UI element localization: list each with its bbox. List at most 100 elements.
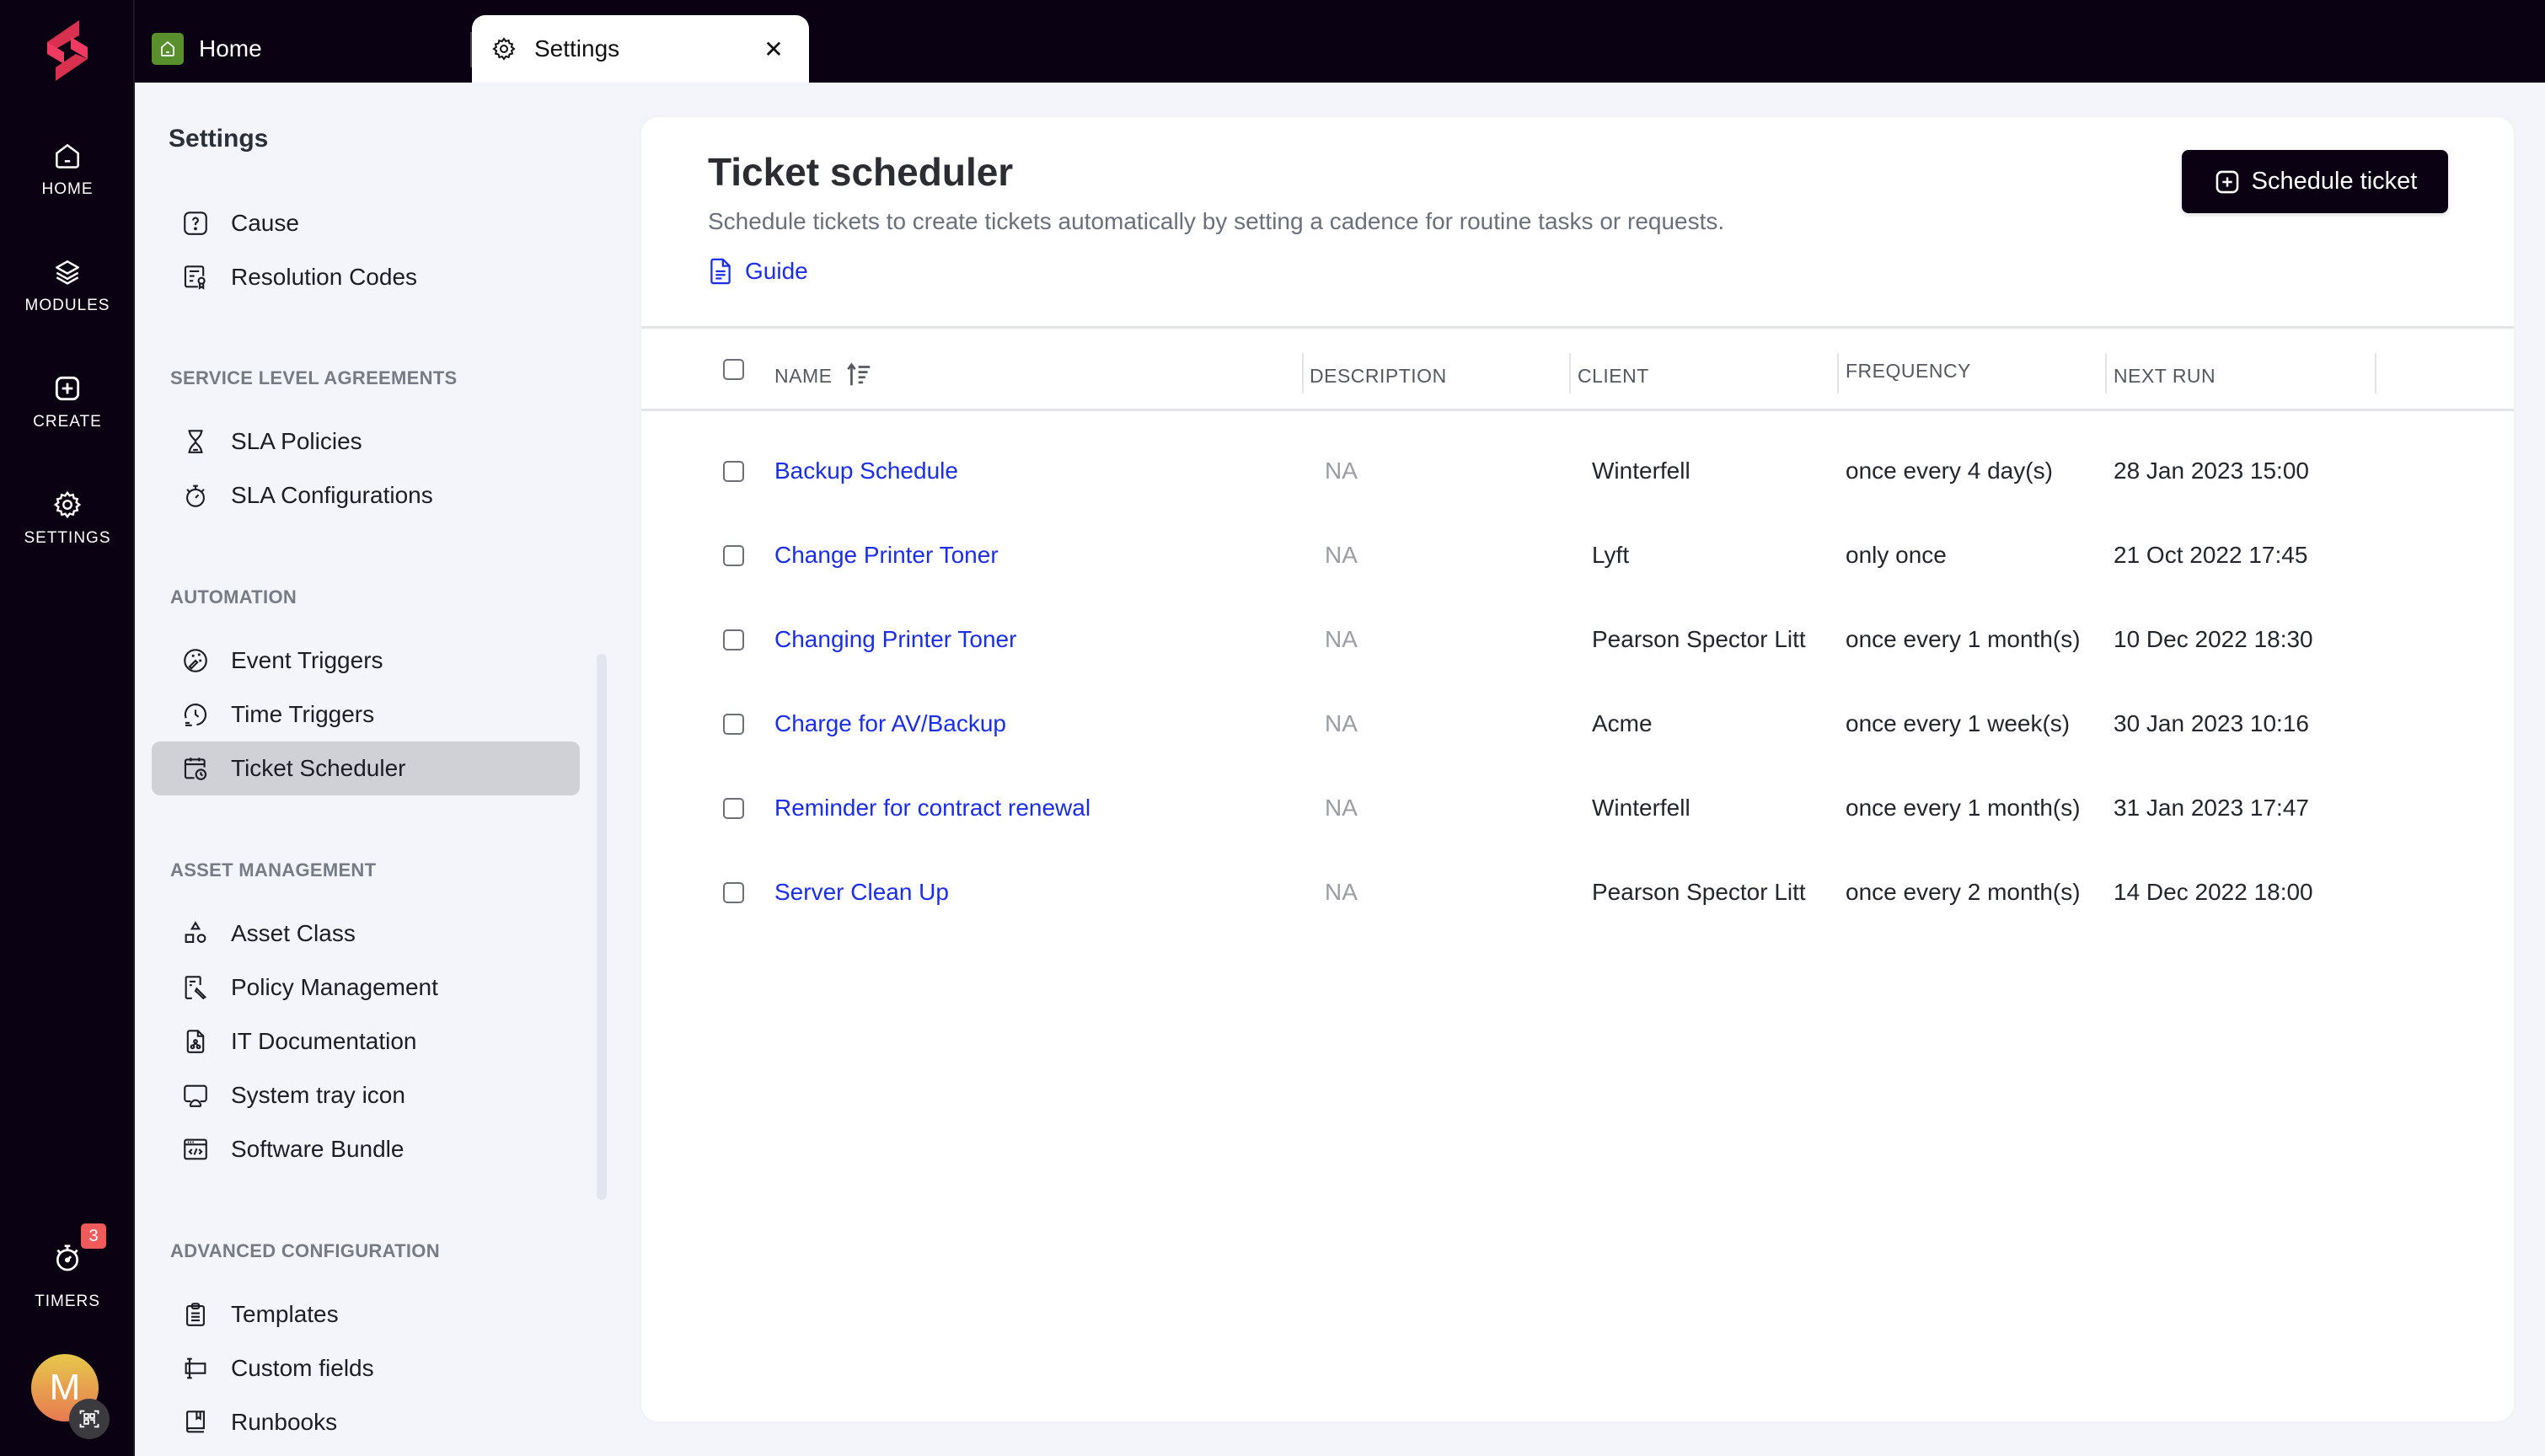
stopwatch-icon: [180, 480, 211, 511]
calendar-clock-icon: [180, 753, 211, 784]
nav-item-sla-policies[interactable]: SLA Policies: [152, 415, 580, 468]
guide-label: Guide: [745, 258, 808, 284]
nav-item-time-triggers[interactable]: Time Triggers: [152, 688, 580, 741]
row-client: Pearson Spector Litt: [1592, 626, 1806, 652]
row-name-link[interactable]: Backup Schedule: [774, 458, 958, 484]
nav-item-label: Runbooks: [231, 1409, 338, 1435]
rail-modules[interactable]: MODULES: [0, 256, 135, 315]
rail-timers[interactable]: 3 TIMERS: [0, 1223, 135, 1311]
rail-settings[interactable]: SETTINGS: [0, 489, 135, 548]
nav-item-software-bundle[interactable]: Software Bundle: [152, 1122, 580, 1176]
nav-item-label: Cause: [231, 210, 299, 236]
nav-item-cause[interactable]: Cause: [152, 196, 580, 250]
plus-square-icon: [55, 376, 80, 401]
row-description: NA: [1325, 626, 1358, 652]
column-header-name[interactable]: NAME: [774, 365, 832, 388]
nav-item-label: Policy Management: [231, 974, 438, 1000]
column-header-frequency[interactable]: FREQUENCY: [1846, 360, 1971, 383]
row-name-link[interactable]: Change Printer Toner: [774, 542, 999, 569]
row-name-link[interactable]: Reminder for contract renewal: [774, 795, 1090, 822]
row-checkbox[interactable]: [723, 461, 744, 482]
gear-icon: [492, 37, 516, 61]
row-name-link[interactable]: Charge for AV/Backup: [774, 710, 1006, 737]
nav-section-automation: AUTOMATION: [170, 586, 297, 608]
row-description: NA: [1325, 795, 1358, 821]
close-tab-icon[interactable]: ✕: [757, 32, 790, 66]
nav-item-ticket-scheduler[interactable]: Ticket Scheduler: [152, 741, 580, 795]
tab-settings[interactable]: Settings ✕: [472, 15, 809, 83]
column-divider: [2375, 353, 2376, 393]
certificate-icon: [180, 262, 211, 292]
qr-scan-button[interactable]: [69, 1399, 110, 1439]
schedule-ticket-button[interactable]: Schedule ticket: [2182, 150, 2448, 213]
nav-section-asset-management: ASSET MANAGEMENT: [170, 859, 377, 881]
row-next-run: 14 Dec 2022 18:00: [2114, 879, 2313, 905]
nav-item-policy-management[interactable]: Policy Management: [152, 961, 580, 1014]
nav-item-label: Time Triggers: [231, 701, 375, 727]
nav-item-sla-configurations[interactable]: SLA Configurations: [152, 468, 580, 522]
monitor-cloud-icon: [180, 1080, 211, 1111]
row-client: Lyft: [1592, 542, 1630, 568]
nav-item-it-documentation[interactable]: IT Documentation: [152, 1014, 580, 1068]
row-frequency: once every 4 day(s): [1846, 458, 2053, 484]
column-header-description[interactable]: DESCRIPTION: [1310, 365, 1447, 388]
rail-create[interactable]: CREATE: [0, 372, 135, 431]
row-description: NA: [1325, 879, 1358, 905]
column-header-next-run[interactable]: NEXT RUN: [2114, 365, 2215, 388]
row-next-run: 10 Dec 2022 18:30: [2114, 626, 2313, 652]
hourglass-icon: [180, 426, 211, 457]
column-divider: [1569, 353, 1571, 393]
rail-modules-label: MODULES: [24, 297, 110, 314]
nav-item-label: Asset Class: [231, 920, 356, 946]
timers-badge: 3: [81, 1223, 106, 1249]
row-frequency: only once: [1846, 542, 1947, 568]
row-checkbox[interactable]: [723, 629, 744, 650]
row-client: Winterfell: [1592, 458, 1690, 484]
column-header-client[interactable]: CLIENT: [1578, 365, 1649, 388]
nav-item-label: Event Triggers: [231, 647, 383, 673]
shapes-icon: [180, 918, 211, 949]
nav-item-label: Custom fields: [231, 1355, 374, 1381]
nav-scrollbar[interactable]: [597, 654, 607, 1200]
nav-item-event-triggers[interactable]: Event Triggers: [152, 634, 580, 688]
nav-item-custom-fields[interactable]: Custom fields: [152, 1341, 580, 1395]
clock-icon: [180, 699, 211, 730]
nav-item-runbooks[interactable]: Runbooks: [152, 1395, 580, 1449]
nav-item-asset-class[interactable]: Asset Class: [152, 907, 580, 961]
nav-item-resolution-codes[interactable]: Resolution Codes: [152, 250, 580, 304]
clipboard-icon: [180, 1299, 211, 1330]
row-checkbox[interactable]: [723, 798, 744, 819]
row-description: NA: [1325, 710, 1358, 736]
home-icon: [161, 41, 174, 56]
row-description: NA: [1325, 542, 1358, 568]
nav-item-label: SLA Configurations: [231, 482, 433, 508]
row-checkbox[interactable]: [723, 882, 744, 903]
home-icon: [56, 144, 79, 169]
nav-item-system-tray-icon[interactable]: System tray icon: [152, 1068, 580, 1122]
nav-title: Settings: [169, 125, 269, 153]
rail-home[interactable]: HOME: [0, 140, 135, 199]
rail-settings-label: SETTINGS: [24, 529, 111, 547]
row-frequency: once every 1 month(s): [1846, 626, 2081, 652]
stopwatch-icon: [56, 1245, 78, 1271]
row-next-run: 31 Jan 2023 17:47: [2114, 795, 2309, 821]
select-all-checkbox[interactable]: [723, 359, 744, 380]
tab-settings-label: Settings: [534, 35, 620, 62]
row-name-link[interactable]: Server Clean Up: [774, 879, 949, 906]
layers-icon: [56, 260, 79, 285]
row-name-link[interactable]: Changing Printer Toner: [774, 626, 1016, 653]
row-checkbox[interactable]: [723, 714, 744, 735]
code-window-icon: [180, 1134, 211, 1164]
sort-ascending-icon[interactable]: [845, 362, 874, 388]
nav-item-templates[interactable]: Templates: [152, 1287, 580, 1341]
row-client: Pearson Spector Litt: [1592, 879, 1806, 905]
guide-link[interactable]: Guide: [708, 257, 808, 286]
file-network-icon: [180, 1026, 211, 1057]
nav-item-label: IT Documentation: [231, 1028, 417, 1054]
row-checkbox[interactable]: [723, 545, 744, 566]
brand-logo-icon[interactable]: [37, 17, 98, 84]
nav-item-label: Resolution Codes: [231, 264, 418, 290]
nav-item-label: System tray icon: [231, 1082, 405, 1108]
settings-nav: Settings Cause Resolution Codes SERVICE …: [135, 83, 624, 1456]
tab-home[interactable]: Home: [152, 15, 472, 83]
